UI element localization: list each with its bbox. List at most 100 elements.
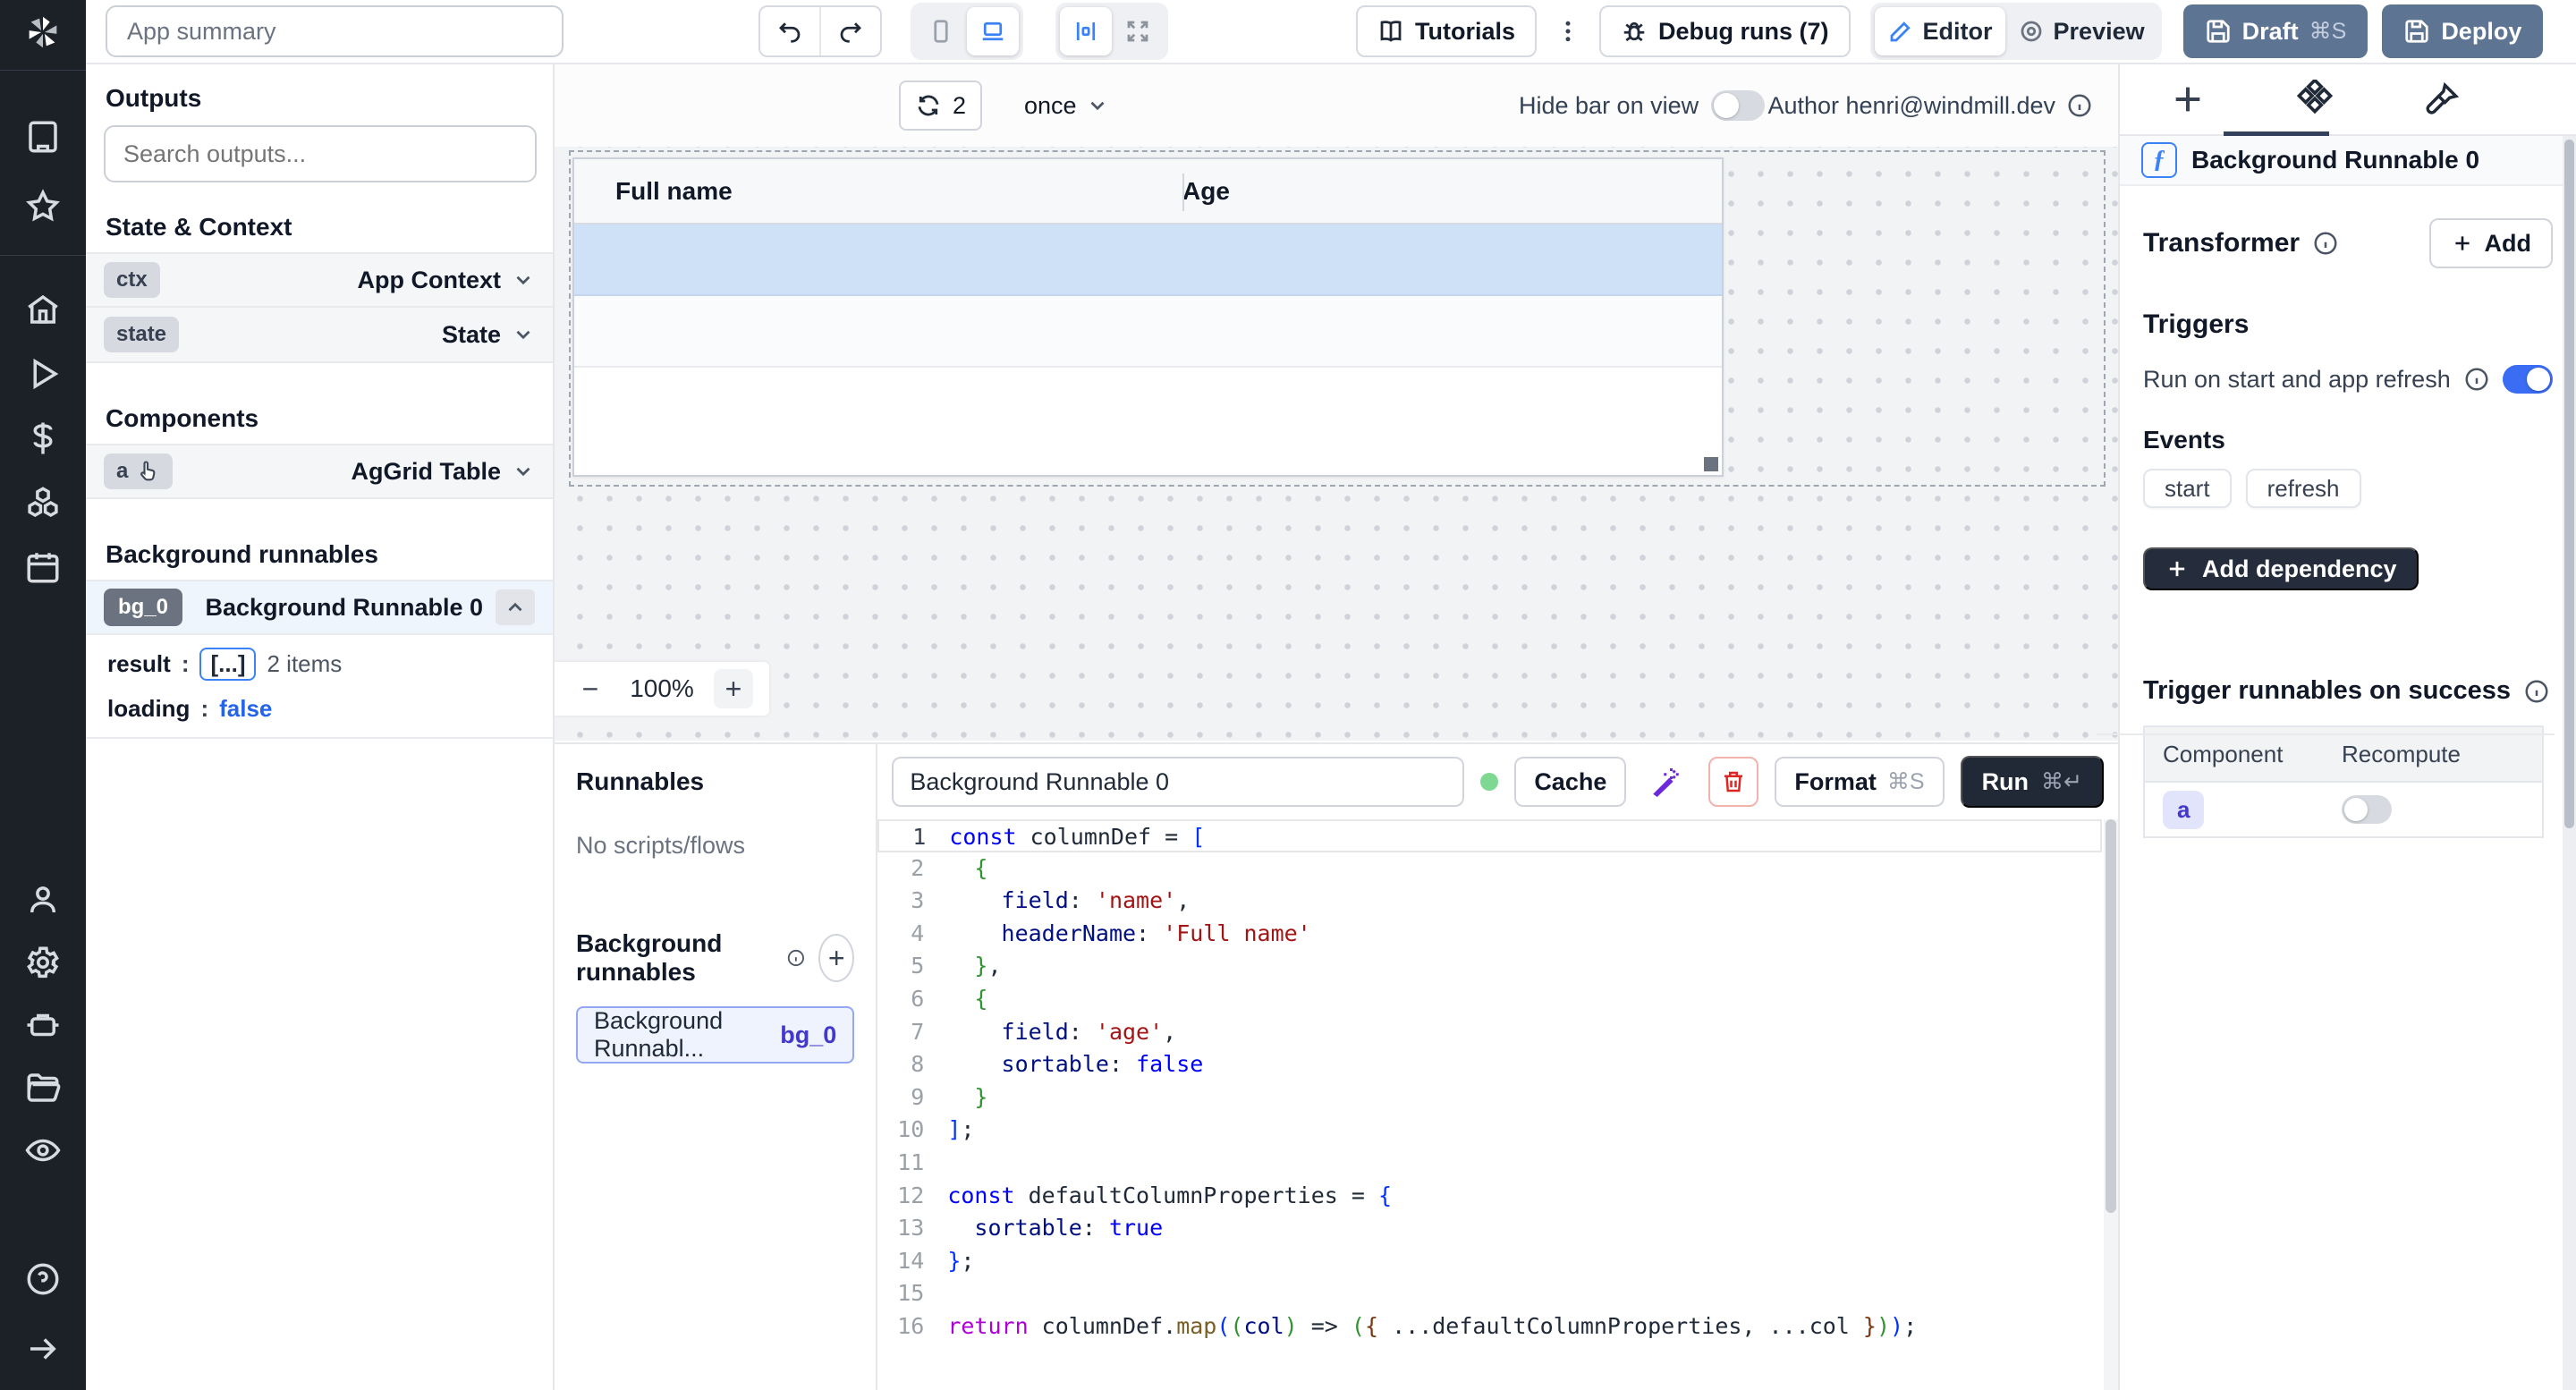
info-icon[interactable] [2523, 678, 2550, 705]
code-line[interactable]: 11 [877, 1147, 2102, 1180]
line-number: 14 [877, 1245, 924, 1278]
format-button[interactable]: Format ⌘S [1775, 757, 1944, 807]
resize-handle[interactable] [1704, 457, 1718, 471]
recompute-toggle[interactable] [2342, 795, 2392, 824]
code-line[interactable]: 16return columnDef.map((col) => ({ ...de… [877, 1310, 2102, 1343]
settings-gear-icon[interactable] [0, 934, 86, 991]
refresh-count-button[interactable]: 2 [899, 81, 982, 131]
collapse-chevron-up-button[interactable] [496, 589, 535, 625]
undo-button[interactable] [760, 7, 819, 55]
zoom-out-button[interactable]: − [571, 669, 610, 708]
run-button[interactable]: Run ⌘↵ [1961, 756, 2104, 808]
aggrid-col-full-name[interactable]: Full name [574, 177, 1143, 206]
outputs-title: Outputs [86, 84, 553, 113]
bg0-row[interactable]: bg_0 Background Runnable 0 [86, 580, 553, 635]
add-transformer-button[interactable]: Add [2429, 218, 2553, 268]
code-line[interactable]: 13 sortable: true [877, 1212, 2102, 1245]
workers-robot-icon[interactable] [0, 996, 86, 1054]
canvas-grid[interactable]: Full name Age − 100% + [555, 147, 2118, 741]
run-on-start-label: Run on start and app refresh [2143, 366, 2451, 394]
audit-eye-icon[interactable] [0, 1122, 86, 1179]
home-icon[interactable] [0, 281, 86, 338]
mobile-view-button[interactable] [915, 7, 967, 55]
aggrid-table-component[interactable]: Full name Age [572, 157, 1724, 477]
ctx-row[interactable]: ctx App Context [86, 252, 553, 308]
tab-style-paintbrush[interactable] [2417, 65, 2467, 133]
windmill-logo[interactable] [0, 0, 86, 64]
right-panel-scrollbar[interactable] [2563, 136, 2576, 1390]
components-title: Components [86, 404, 553, 433]
chevron-down-icon[interactable] [512, 323, 535, 346]
redo-button[interactable] [819, 7, 880, 55]
code-line[interactable]: 4 headerName: 'Full name' [877, 918, 2102, 951]
code-line[interactable]: 14}; [877, 1245, 2102, 1278]
code-line[interactable]: 8 sortable: false [877, 1048, 2102, 1081]
deploy-button[interactable]: Deploy [2382, 4, 2543, 58]
schedules-calendar-icon[interactable] [0, 538, 86, 596]
resources-cubes-icon[interactable] [0, 474, 86, 531]
chevron-down-icon[interactable] [512, 268, 535, 292]
code-line[interactable]: 2 { [877, 852, 2102, 886]
editor-tab[interactable]: Editor [1875, 7, 2005, 55]
aggrid-col-age[interactable]: Age [1143, 177, 1230, 206]
runnable-name-input[interactable] [892, 757, 1464, 807]
desktop-view-button[interactable] [967, 7, 1019, 55]
result-expand-chip[interactable]: [...] [199, 648, 256, 681]
draft-button[interactable]: Draft ⌘S [2183, 4, 2368, 58]
component-a-chip[interactable]: a [2163, 791, 2204, 829]
tutorials-button[interactable]: Tutorials [1356, 5, 1537, 57]
background-runnable-item[interactable]: Background Runnabl... bg_0 [576, 1006, 854, 1064]
add-background-runnable-button[interactable]: + [818, 934, 854, 982]
code-content[interactable]: 1const columnDef = [2 {3 field: 'name',4… [877, 819, 2102, 1390]
code-line[interactable]: 1const columnDef = [ [877, 819, 2102, 852]
ai-wand-button[interactable] [1642, 757, 1692, 807]
aggrid-column-separator[interactable] [1182, 174, 1184, 211]
code-line[interactable]: 12const defaultColumnProperties = { [877, 1180, 2102, 1213]
code-line[interactable]: 5 }, [877, 950, 2102, 983]
state-row[interactable]: state State [86, 308, 553, 363]
info-icon[interactable] [2066, 92, 2093, 119]
add-dependency-button[interactable]: Add dependency [2143, 547, 2419, 590]
code-line[interactable]: 15 [877, 1277, 2102, 1310]
preview-tab-label: Preview [2054, 18, 2145, 46]
code-line[interactable]: 3 field: 'name', [877, 885, 2102, 918]
event-chip-refresh[interactable]: refresh [2246, 469, 2361, 508]
search-outputs-input[interactable] [104, 125, 537, 182]
preview-tab[interactable]: Preview [2005, 7, 2157, 55]
app-summary-input[interactable] [106, 5, 564, 57]
center-align-button[interactable] [1060, 7, 1112, 55]
folders-icon[interactable] [0, 1059, 86, 1116]
editor-scrollbar[interactable] [2104, 819, 2118, 1390]
code-line[interactable]: 7 field: 'age', [877, 1016, 2102, 1049]
tab-insert-plus[interactable] [2163, 65, 2213, 133]
info-icon[interactable] [2312, 230, 2339, 257]
deploy-label: Deploy [2441, 18, 2521, 46]
runs-play-icon[interactable] [0, 345, 86, 403]
variables-dollar-icon[interactable] [0, 410, 86, 467]
delete-runnable-button[interactable] [1708, 757, 1758, 807]
debug-runs-button[interactable]: Debug runs (7) [1599, 5, 1851, 57]
info-icon[interactable] [2463, 366, 2490, 393]
component-a-row[interactable]: a AgGrid Table [86, 444, 553, 499]
favorites-star-icon[interactable] [0, 178, 86, 235]
tab-settings-diamonds[interactable] [2290, 65, 2340, 133]
user-icon[interactable] [0, 871, 86, 928]
zoom-in-button[interactable]: + [714, 669, 753, 708]
help-icon[interactable] [0, 1250, 86, 1308]
aggrid-row-selected[interactable] [574, 225, 1722, 296]
cache-button[interactable]: Cache [1514, 757, 1626, 807]
refresh-mode-select[interactable]: once [1024, 81, 1109, 131]
run-on-start-toggle[interactable] [2503, 365, 2553, 394]
hide-bar-toggle[interactable] [1711, 90, 1765, 121]
collapse-arrow-icon[interactable] [0, 1320, 86, 1377]
fullscreen-button[interactable] [1112, 7, 1164, 55]
code-line[interactable]: 9 } [877, 1081, 2102, 1115]
more-options-kebab[interactable] [1537, 0, 1599, 63]
event-chip-start[interactable]: start [2143, 469, 2232, 508]
code-line[interactable]: 10]; [877, 1114, 2102, 1147]
aggrid-row[interactable] [574, 296, 1722, 368]
info-icon[interactable] [786, 945, 806, 971]
workspace-icon[interactable] [0, 108, 86, 165]
code-line[interactable]: 6 { [877, 983, 2102, 1016]
chevron-down-icon[interactable] [512, 460, 535, 483]
